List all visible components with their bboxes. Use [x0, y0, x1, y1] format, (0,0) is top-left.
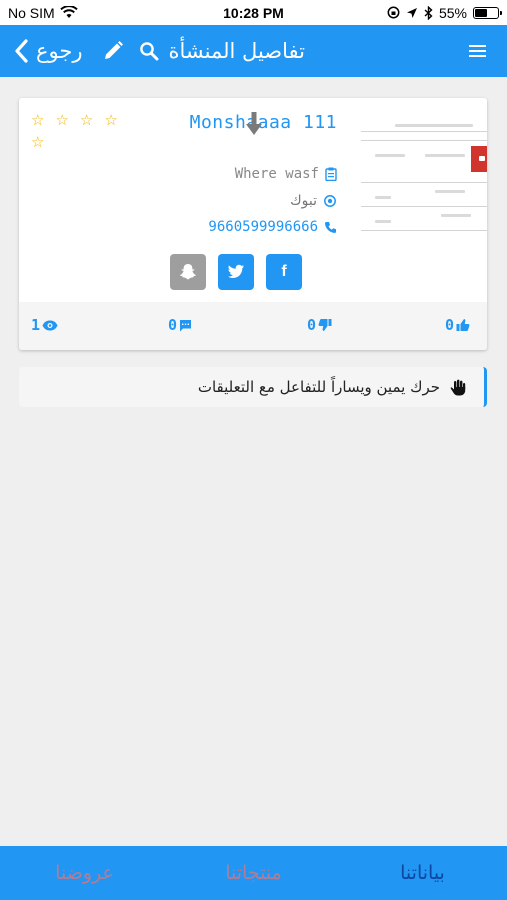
page-title: تفاصيل المنشأة: [168, 39, 305, 63]
search-button[interactable]: [135, 37, 163, 65]
pencil-icon: [104, 41, 123, 59]
star-icon[interactable]: ☆: [31, 134, 44, 151]
star-icon[interactable]: ☆: [80, 112, 93, 129]
battery-percent: 55%: [438, 4, 467, 21]
business-name: Monshaaaa 111: [189, 112, 337, 133]
chevron-left-icon: [15, 39, 28, 63]
business-description-row: Where wasf: [235, 166, 337, 182]
views-stat: 1: [31, 316, 58, 334]
search-icon: [139, 42, 159, 61]
business-description: Where wasf: [234, 166, 319, 182]
battery-icon: [473, 6, 502, 19]
top-app-bar: رجوع تفاصيل المنشأة: [0, 25, 507, 77]
star-icon[interactable]: ☆: [104, 112, 117, 129]
menu-button[interactable]: [463, 37, 491, 65]
snapchat-icon: [180, 264, 196, 280]
location-arrow-icon: [406, 7, 417, 18]
facebook-icon: f: [281, 263, 287, 280]
eye-icon: [42, 320, 58, 330]
snapchat-button[interactable]: [170, 254, 206, 290]
social-links: f: [170, 254, 302, 290]
twitter-icon: [227, 264, 244, 278]
tab-our-data[interactable]: بياناتنا: [338, 862, 507, 884]
back-button[interactable]: رجوع: [14, 39, 83, 63]
bottom-tab-bar: عروضنا منتجاتنا بياناتنا: [0, 846, 507, 900]
business-thumbnail[interactable]: [355, 110, 487, 234]
comment-icon: [180, 319, 192, 331]
comments-count: 0: [168, 316, 178, 334]
status-bar: No SIM 10:28 PM 55%: [0, 0, 507, 25]
phone-icon: [325, 221, 336, 233]
hint-text: حرك يمين ويساراً للتفاعل مع التعليقات: [197, 378, 440, 396]
business-phone[interactable]: 9660599996666: [208, 219, 318, 235]
thumbs-up-icon: [456, 319, 470, 331]
back-label: رجوع: [36, 39, 83, 63]
location-target-icon: [324, 195, 336, 207]
dislikes-count: 0: [307, 316, 317, 334]
twitter-button[interactable]: [218, 254, 254, 290]
edit-button[interactable]: [99, 37, 127, 65]
tab-products[interactable]: منتجاتنا: [169, 862, 338, 884]
battery-level: [475, 8, 488, 17]
rating-stars[interactable]: ☆ ☆ ☆ ☆ ☆: [31, 112, 135, 151]
card-stats-bar: 1 0 0 0: [19, 302, 487, 350]
clipboard-icon: [325, 167, 337, 181]
likes-count: 0: [445, 316, 455, 334]
arrow-down-icon: [246, 112, 262, 135]
thumbs-down-icon: [318, 319, 332, 331]
business-card[interactable]: Monshaaaa 111 ☆ ☆ ☆ ☆ ☆ Where wasf تبوك …: [19, 98, 487, 350]
likes-stat[interactable]: 0: [445, 316, 470, 334]
business-city: تبوك: [290, 193, 317, 209]
hamburger-menu-icon: [468, 45, 486, 57]
star-icon[interactable]: ☆: [55, 112, 68, 129]
hand-icon: [450, 379, 466, 395]
tab-offers[interactable]: عروضنا: [0, 862, 169, 884]
swipe-hint: حرك يمين ويساراً للتفاعل مع التعليقات: [19, 367, 487, 407]
carrier-label: No SIM: [8, 4, 55, 21]
star-icon[interactable]: ☆: [31, 112, 44, 129]
business-phone-row[interactable]: 9660599996666: [208, 219, 337, 235]
orientation-lock-icon: [387, 6, 400, 19]
wifi-icon: [59, 6, 78, 18]
facebook-button[interactable]: f: [266, 254, 302, 290]
views-count: 1: [31, 316, 41, 334]
comments-stat[interactable]: 0: [168, 316, 192, 334]
business-city-row: تبوك: [290, 193, 337, 209]
dislikes-stat[interactable]: 0: [307, 316, 332, 334]
bluetooth-icon: [424, 5, 433, 20]
